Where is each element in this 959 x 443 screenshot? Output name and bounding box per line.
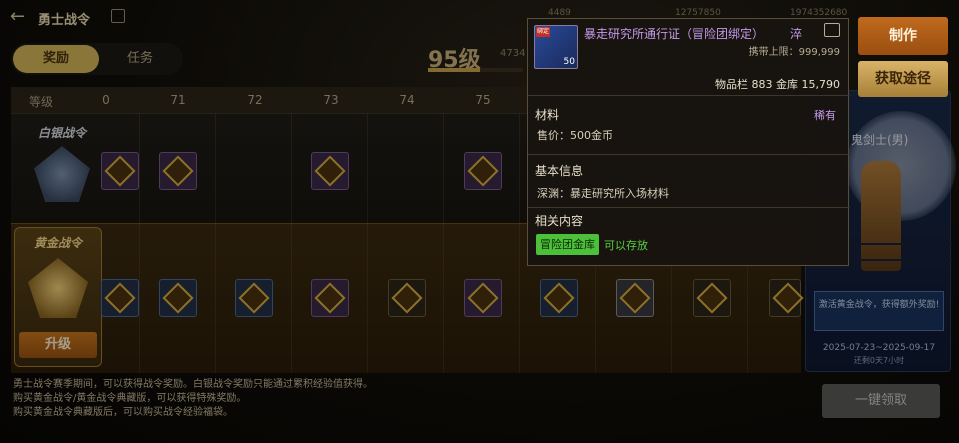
storage-note: 可以存放 [604, 239, 648, 252]
related-header: 相关内容 [535, 214, 584, 228]
carry-limit: 携带上限：999,999 [748, 47, 840, 58]
bound-tag: 绑定 [536, 27, 550, 37]
item-rarity: 稀有 [814, 109, 836, 122]
sell-price: 售价：500金币 [537, 129, 613, 142]
item-tooltip: 绑定 50 暴走研究所通行证（冒险团绑定） 淬 携带上限：999,999 物品栏… [527, 18, 850, 266]
pass-ticket-icon: 绑定 50 [534, 25, 578, 69]
item-stock: 物品栏 883 金库 15,790 [715, 78, 840, 91]
divider [528, 154, 850, 155]
basic-info-header: 基本信息 [535, 164, 584, 178]
divider [528, 207, 850, 208]
make-button[interactable]: 制作 [858, 17, 948, 55]
item-name-extra: 淬 [790, 27, 803, 41]
share-icon[interactable] [824, 23, 840, 37]
source-button[interactable]: 获取途径 [858, 61, 948, 97]
item-name: 暴走研究所通行证（冒险团绑定） [584, 27, 765, 41]
storage-tag: 冒险团金库 [536, 234, 599, 255]
divider [528, 95, 850, 96]
item-count: 50 [563, 57, 575, 67]
basic-info-text: 深渊：暴走研究所入场材料 [537, 187, 669, 200]
item-type: 材料 [535, 108, 560, 122]
